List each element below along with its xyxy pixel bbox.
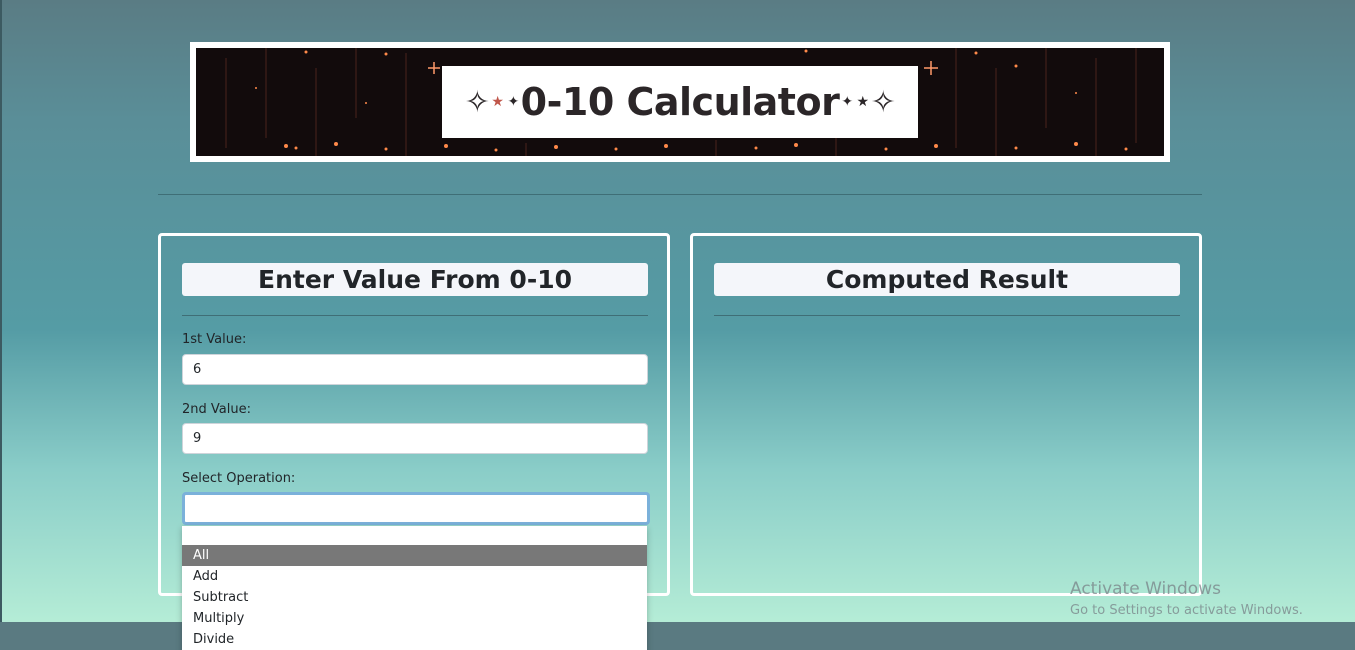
- input-panel-divider: [182, 315, 648, 316]
- second-value-input[interactable]: [182, 423, 648, 454]
- input-panel-heading: Enter Value From 0-10: [182, 263, 648, 296]
- sparkle-right-icon: ✧: [870, 84, 896, 120]
- operation-dropdown-list: All Add Subtract Multiply Divide: [182, 526, 647, 650]
- star-red-icon: ★: [491, 94, 504, 110]
- operation-select[interactable]: [182, 492, 650, 525]
- app-title-text: 0-10 Calculator: [520, 80, 840, 124]
- star-dark-icon: ★: [856, 94, 870, 110]
- result-panel-heading: Computed Result: [714, 263, 1180, 296]
- header-divider: [158, 194, 1202, 195]
- result-panel-divider: [714, 315, 1180, 316]
- option-multiply[interactable]: Multiply: [182, 608, 647, 629]
- first-value-input[interactable]: [182, 354, 648, 385]
- option-subtract[interactable]: Subtract: [182, 587, 647, 608]
- sparkle-left-icon: ✧: [464, 84, 490, 120]
- operation-label: Select Operation:: [182, 471, 296, 486]
- window-edge: [0, 0, 2, 650]
- option-divide[interactable]: Divide: [182, 629, 647, 650]
- result-panel: Computed Result: [690, 233, 1202, 596]
- activation-watermark-subtitle: Go to Settings to activate Windows.: [1070, 603, 1303, 618]
- activation-watermark-title: Activate Windows: [1070, 579, 1221, 599]
- star-small-icon: ✦: [507, 94, 519, 110]
- option-add[interactable]: Add: [182, 566, 647, 587]
- first-value-label: 1st Value:: [182, 332, 247, 347]
- header-banner: ✧ ★ ✦ 0-10 Calculator ✦ ★ ✧: [190, 42, 1170, 162]
- option-all[interactable]: All: [182, 545, 647, 566]
- app-title: ✧ ★ ✦ 0-10 Calculator ✦ ★ ✧: [442, 66, 918, 138]
- star-small-right-icon: ✦: [841, 94, 853, 110]
- second-value-label: 2nd Value:: [182, 402, 251, 417]
